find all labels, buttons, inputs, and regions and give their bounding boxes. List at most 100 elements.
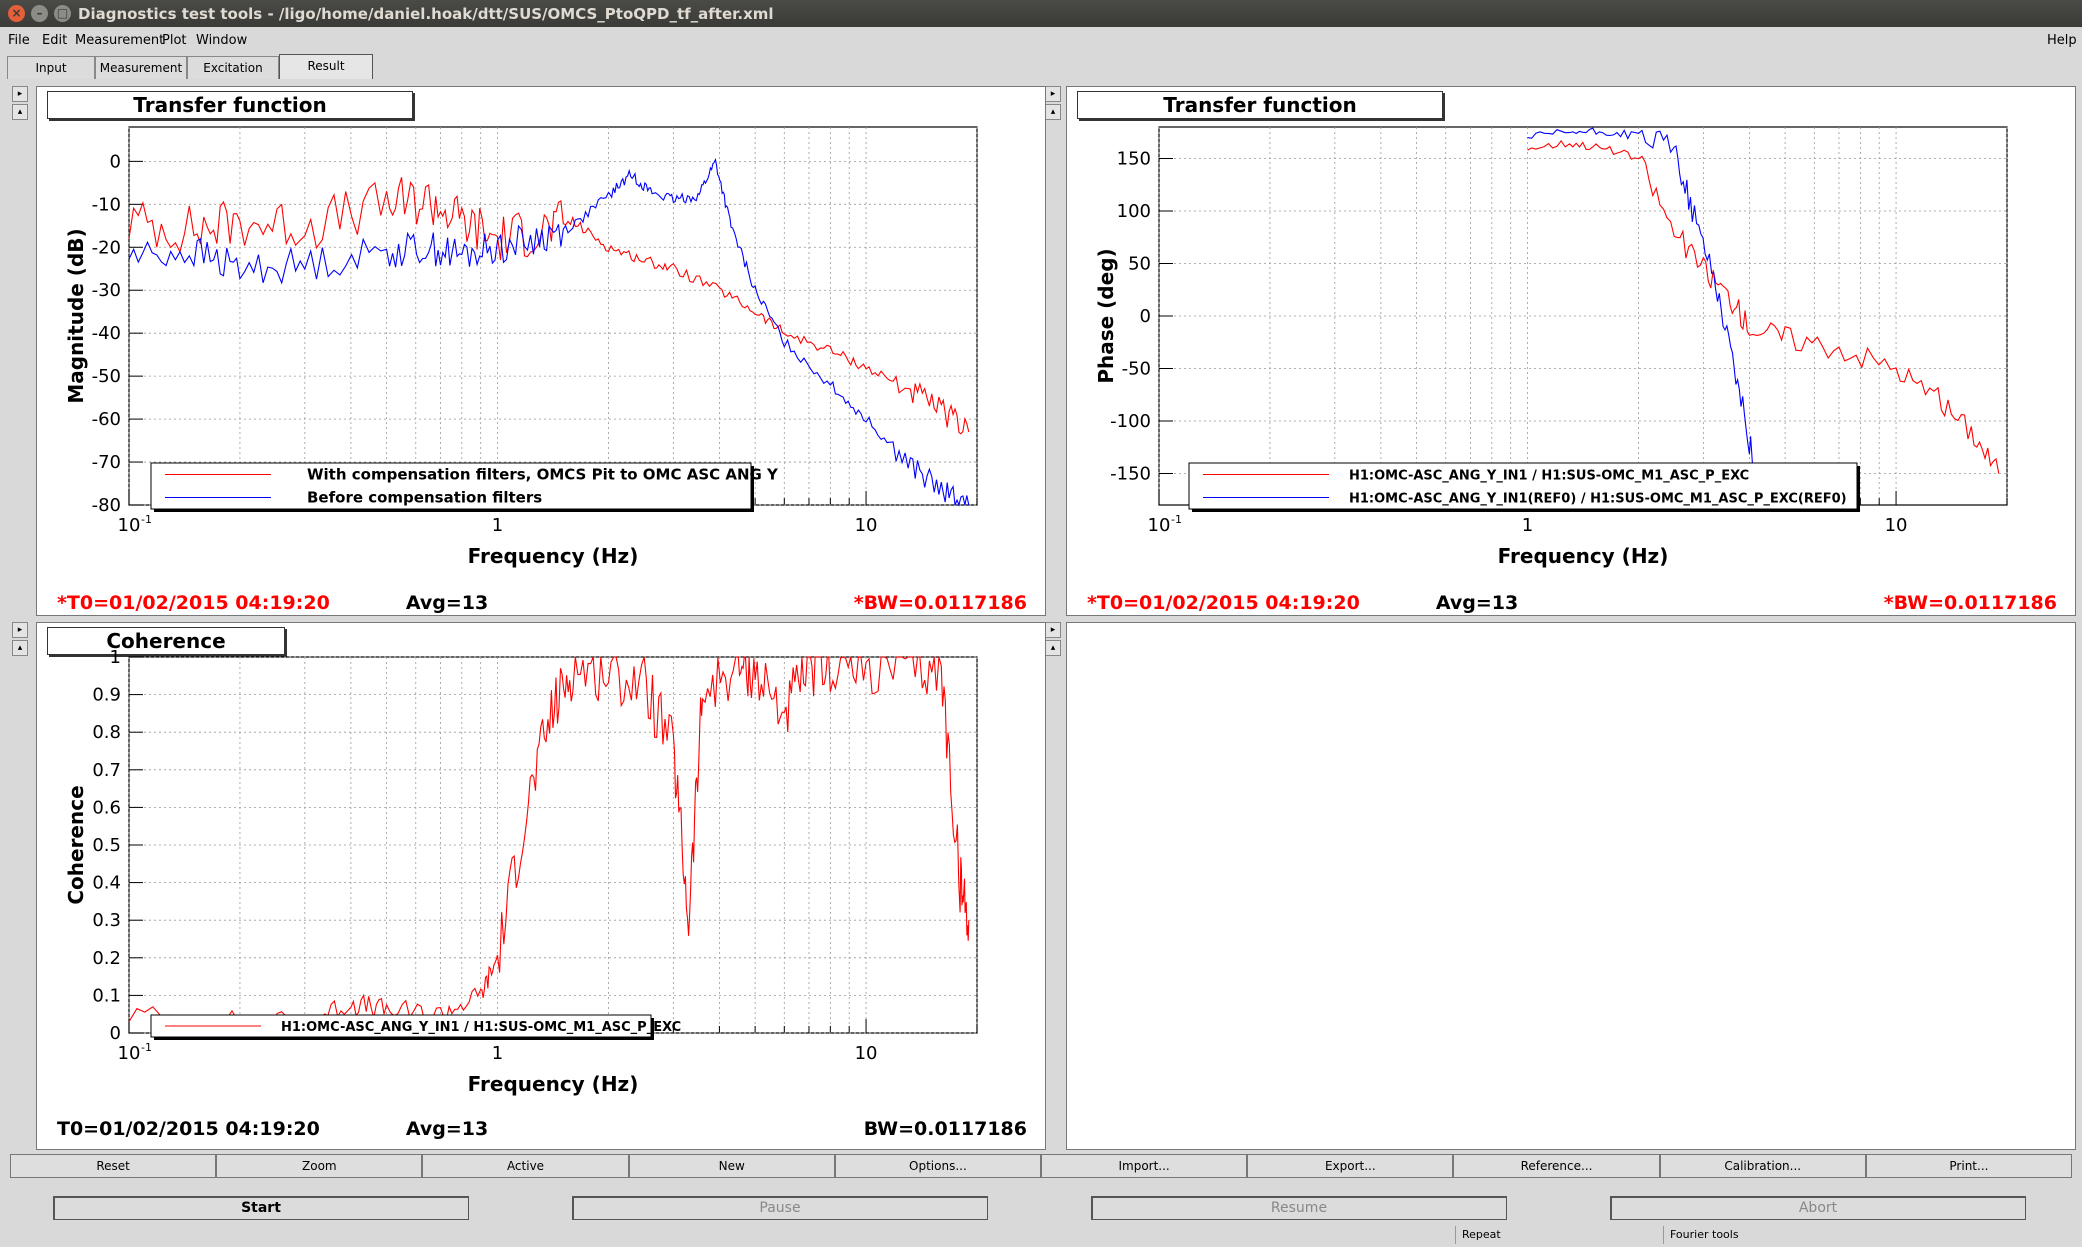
legend-entry: H1:OMC-ASC_ANG_Y_IN1(REF0) / H1:SUS-OMC_…	[1349, 492, 1847, 507]
arrow-right-icon[interactable]: ▸	[12, 622, 28, 638]
legend-entry: With compensation filters, OMCS Pit to O…	[307, 466, 779, 484]
x-tick-label: 1	[492, 1043, 503, 1064]
abort-button[interactable]: Abort	[1610, 1196, 2026, 1220]
menu-window[interactable]: Window	[196, 33, 247, 48]
y-tick-label: 0.5	[92, 835, 121, 856]
new-button[interactable]: New	[628, 1154, 835, 1178]
arrow-up-icon[interactable]: ▴	[12, 640, 28, 656]
y-tick-label: -50	[92, 366, 121, 387]
close-icon[interactable]: ×	[8, 5, 25, 22]
pause-button[interactable]: Pause	[572, 1196, 988, 1220]
plot-frame	[128, 126, 978, 506]
arrow-up-icon[interactable]: ▴	[1045, 640, 1061, 656]
options-button[interactable]: Options...	[834, 1154, 1042, 1178]
tab-excitation[interactable]: Excitation	[187, 56, 279, 79]
x-tick-label: 10	[118, 515, 141, 536]
menu-plot[interactable]: Plot	[162, 33, 187, 48]
bw-label: *BW=0.0117186	[1884, 592, 2057, 614]
print-button[interactable]: Print...	[1865, 1154, 2073, 1178]
calibration-button[interactable]: Calibration...	[1659, 1154, 1866, 1178]
reference-button[interactable]: Reference...	[1453, 1154, 1660, 1178]
plot-panel-magnitude[interactable]: Transfer function 0 -10 -20 -30 -40 -50 -60 -70…	[36, 86, 1046, 616]
x-tick-exponent: -1	[141, 1041, 152, 1054]
x-axis-label: Frequency (Hz)	[468, 544, 639, 568]
x-tick-label: 10	[855, 515, 878, 536]
window-titlebar: × – □ Diagnostics test tools - /ligo/hom…	[0, 0, 2082, 27]
panel-arrows-3: ▸ ▴	[12, 622, 28, 658]
x-tick-label: 10	[1148, 515, 1171, 536]
y-tick-label: -30	[92, 280, 121, 301]
result-area: ▸ ▴ ▸ ▴ ▸ ▴ ▸ ▴ Transfer function 0 -10 -2…	[10, 82, 2076, 1152]
avg-label: Avg=13	[406, 1118, 488, 1140]
panel-arrows-4: ▸ ▴	[1045, 622, 1061, 658]
x-axis-label: Frequency (Hz)	[468, 1072, 639, 1096]
y-tick-label: 100	[1117, 201, 1151, 222]
legend-entry: H1:OMC-ASC_ANG_Y_IN1 / H1:SUS-OMC_M1_ASC…	[281, 1020, 681, 1035]
y-tick-label: -150	[1110, 464, 1151, 485]
t0-label: *T0=01/02/2015 04:19:20	[1087, 592, 1360, 614]
y-tick-label: 50	[1128, 254, 1151, 275]
y-tick-label: 0.9	[92, 685, 121, 706]
x-axis-label: Frequency (Hz)	[1498, 544, 1669, 568]
resume-button[interactable]: Resume	[1091, 1196, 1507, 1220]
plot-panel-coherence[interactable]: Coherence 1 0.9 0.8 0.7 0.6 0.5 0.4 0.3 0.2 0.1 0 1…	[36, 622, 1046, 1150]
zoom-button[interactable]: Zoom	[216, 1154, 423, 1178]
y-tick-label: -50	[1122, 359, 1151, 380]
active-button[interactable]: Active	[422, 1154, 629, 1178]
y-tick-label: 150	[1117, 149, 1151, 170]
x-tick-label: 10	[1885, 515, 1908, 536]
arrow-right-icon[interactable]: ▸	[1045, 622, 1061, 638]
avg-label: Avg=13	[406, 592, 488, 614]
y-tick-label: 0.4	[92, 873, 121, 894]
y-axis-label: Phase (deg)	[1094, 248, 1118, 383]
x-tick-label: 1	[492, 515, 503, 536]
menu-file[interactable]: File	[8, 33, 30, 48]
bw-label: BW=0.0117186	[864, 1118, 1027, 1140]
export-button[interactable]: Export...	[1247, 1154, 1454, 1178]
tab-input[interactable]: Input	[7, 56, 95, 79]
minimize-icon[interactable]: –	[31, 5, 48, 22]
y-tick-label: -80	[92, 495, 121, 516]
x-tick-label: 10	[118, 1043, 141, 1064]
x-tick-label: 1	[1522, 515, 1533, 536]
reset-button[interactable]: Reset	[10, 1154, 217, 1178]
window-title: Diagnostics test tools - /ligo/home/dani…	[78, 5, 774, 23]
plot-panel-empty[interactable]	[1066, 622, 2076, 1150]
y-axis-label: Magnitude (dB)	[64, 228, 88, 403]
menu-measurement[interactable]: Measurement	[75, 33, 164, 48]
import-button[interactable]: Import...	[1041, 1154, 1248, 1178]
y-tick-label: -20	[92, 237, 121, 258]
y-tick-label: 0.2	[92, 948, 121, 969]
y-tick-label: -60	[92, 409, 121, 430]
tab-measurement[interactable]: Measurement	[95, 56, 187, 79]
start-button[interactable]: Start	[53, 1196, 469, 1220]
x-tick-label: 10	[855, 1043, 878, 1064]
y-tick-label: -100	[1110, 411, 1151, 432]
y-tick-label: 1	[110, 647, 121, 668]
y-tick-label: 0.6	[92, 797, 121, 818]
y-tick-label: -40	[92, 323, 121, 344]
x-tick-exponent: -1	[1171, 513, 1182, 526]
y-tick-label: 0.1	[92, 985, 121, 1006]
menu-help[interactable]: Help	[2047, 33, 2077, 48]
arrow-up-icon[interactable]: ▴	[12, 104, 28, 120]
coherence-chart[interactable]: 10.90.80.70.60.50.40.30.20.1010 -1 1 10Freq…	[37, 623, 1045, 1149]
panel-arrows-2: ▸ ▴	[1045, 86, 1061, 122]
arrow-right-icon[interactable]: ▸	[1045, 86, 1061, 102]
y-tick-label: 0	[1140, 306, 1151, 327]
legend-entry: Before compensation filters	[307, 489, 542, 507]
y-tick-label: 0	[110, 1023, 121, 1044]
y-tick-label: -70	[92, 452, 121, 473]
arrow-right-icon[interactable]: ▸	[12, 86, 28, 102]
arrow-up-icon[interactable]: ▴	[1045, 104, 1061, 120]
menu-edit[interactable]: Edit	[42, 33, 67, 48]
magnitude-chart[interactable]: 0-10-20-30-40-50-60-70-8010 -1 1 10Frequenc…	[37, 87, 1045, 615]
bw-label: *BW=0.0117186	[854, 592, 1027, 614]
plot-button-bar: Reset Zoom Active New Options... Import.…	[10, 1154, 2073, 1178]
plot-panel-phase[interactable]: Transfer function 150 100 50 0 -50 -100 -150 10…	[1066, 86, 2076, 616]
phase-chart[interactable]: 150100500-50-100-15010 -1 1 10Frequency (Hz…	[1067, 87, 2075, 615]
tab-result[interactable]: Result	[279, 54, 373, 79]
maximize-icon[interactable]: □	[54, 5, 71, 22]
status-fourier-tools: Fourier tools	[1663, 1226, 1870, 1244]
y-tick-label: 0	[110, 151, 121, 172]
